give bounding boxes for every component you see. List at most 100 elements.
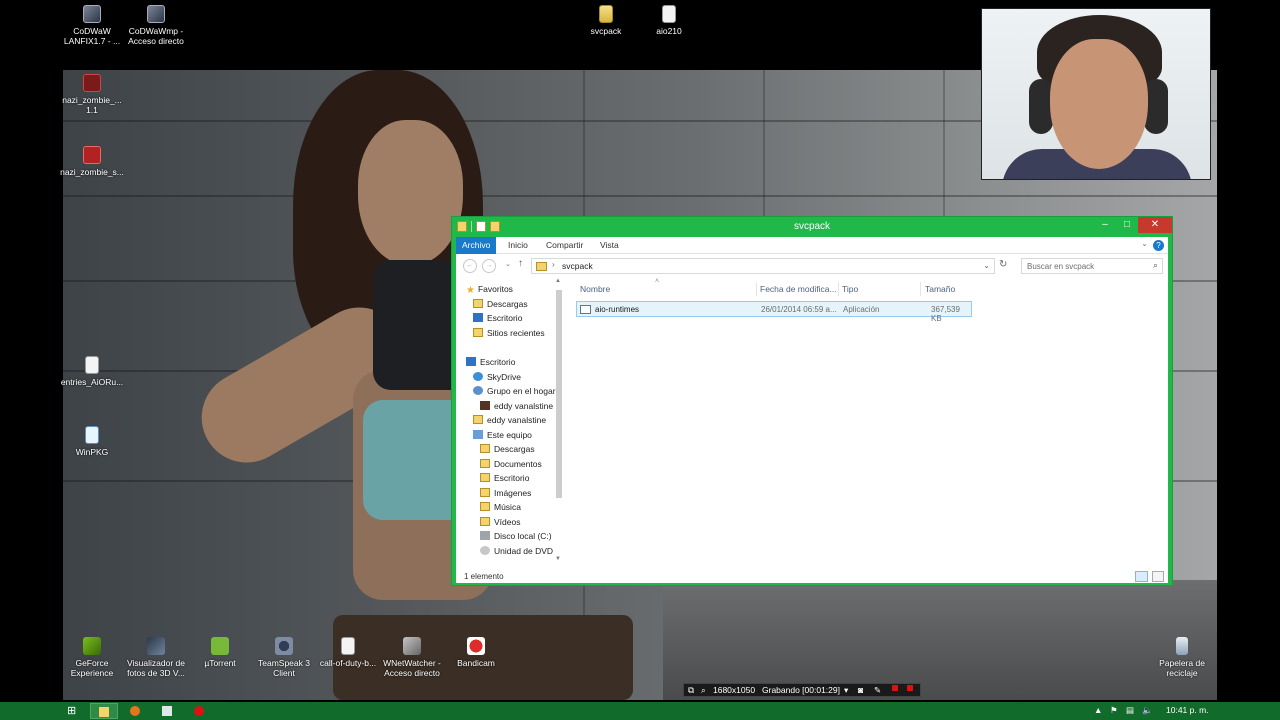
network-icon[interactable]: ▤ [1126, 705, 1134, 716]
file-row[interactable]: aio-runtimes 26/01/2014 06:59 a... Aplic… [576, 301, 972, 323]
volume-icon[interactable]: 🔈 [1142, 705, 1153, 716]
minimize-button[interactable]: – [1094, 217, 1116, 233]
nav-scrollbar[interactable]: ▲ ▼ [554, 278, 564, 570]
desktop-icon-bandicam[interactable]: Bandicam [444, 637, 508, 668]
file-list[interactable]: ˄ Nombre Fecha de modifica... Tipo Tamañ… [570, 278, 1168, 570]
nav-item[interactable]: Disco local (C:) [480, 531, 552, 541]
desktop-icon-wnetwatcher[interactable]: WNetWatcher - Acceso directo [380, 637, 444, 678]
tab-compartir[interactable]: Compartir [540, 237, 589, 254]
nav-item[interactable]: Escritorio [466, 357, 515, 367]
explorer-window[interactable]: svcpack – □ ✕ Archivo Inicio Compartir V… [451, 216, 1173, 586]
taskbar-file-explorer[interactable] [90, 703, 118, 719]
details-view-icon[interactable] [1135, 571, 1148, 582]
window-controls: – □ ✕ [1094, 217, 1172, 233]
column-header-type[interactable]: Tipo [842, 284, 858, 294]
recent-locations-icon[interactable]: ⌄ [505, 260, 511, 268]
nav-item-label: Escritorio [480, 357, 516, 367]
search-placeholder: Buscar en svcpack [1027, 262, 1095, 271]
camera-icon[interactable]: ◙ [858, 685, 863, 695]
nav-item[interactable]: SkyDrive [473, 371, 521, 382]
nav-item-label: eddy vanalstine [487, 415, 547, 425]
nav-item[interactable]: Descargas [480, 444, 535, 454]
chevron-down-icon[interactable]: ▾ [844, 685, 848, 696]
desktop-icon-geforce-experience[interactable]: GeForce Experience [60, 637, 124, 678]
nav-item[interactable]: eddy vanalstine [480, 400, 553, 411]
forward-button[interactable]: → [482, 259, 496, 273]
nav-item[interactable]: Escritorio [480, 473, 529, 483]
large-icons-view-icon[interactable] [1152, 571, 1164, 582]
desktop-icon-codwaw-lanfix[interactable]: CoDWaW LANFIX1.7 - ... [60, 5, 124, 46]
desktop-icon-label: Papelera de reciclaje [1159, 658, 1205, 678]
scroll-down-icon[interactable]: ▼ [555, 556, 561, 562]
action-center-flag-icon[interactable]: ⚑ [1110, 705, 1118, 716]
window-mode-icon[interactable]: ⧉ [688, 685, 694, 696]
navigation-pane[interactable]: ★ Favoritos Descargas Escritorio Sitios reci… [456, 278, 564, 570]
tab-inicio[interactable]: Inicio [502, 237, 534, 254]
nav-item[interactable]: Vídeos [480, 516, 520, 527]
up-button[interactable]: ↑ [518, 258, 523, 269]
nav-item[interactable]: Unidad de DVD [480, 545, 553, 556]
desktop-icon-entries-aioru[interactable]: entries_AiORu... [60, 356, 124, 387]
breadcrumb[interactable]: svcpack [562, 261, 593, 271]
taskbar-window-app[interactable] [154, 703, 182, 719]
sort-arrow-icon: ˄ [655, 278, 660, 285]
desktop-icon-utorrent[interactable]: µTorrent [188, 637, 252, 668]
taskbar-firefox[interactable] [122, 703, 150, 719]
tab-vista[interactable]: Vista [594, 237, 625, 254]
nav-item[interactable]: Descargas [473, 298, 528, 309]
nav-item[interactable]: Grupo en el hogar [473, 386, 556, 396]
scroll-thumb[interactable] [556, 290, 562, 498]
help-icon[interactable]: ? [1153, 240, 1164, 251]
zoom-icon[interactable]: ⌕ [701, 685, 706, 696]
refresh-icon[interactable]: ↻ [999, 259, 1007, 270]
expand-ribbon-icon[interactable]: ⌄ [1141, 239, 1148, 248]
desktop-screen: CoDWaW LANFIX1.7 - ... CoDWaWmp - Acceso… [0, 0, 1280, 720]
title-bar[interactable]: svcpack – □ ✕ [452, 217, 1172, 237]
desktop-icon-call-of-duty[interactable]: call-of-duty-b... [316, 637, 380, 668]
nav-item[interactable]: Documentos [480, 458, 542, 469]
search-input[interactable]: Buscar en svcpack ⌕ [1021, 258, 1163, 274]
nav-item[interactable]: Este equipo [473, 429, 532, 440]
desktop-icon-3d-viewer[interactable]: Visualizador de fotos de 3D V... [124, 637, 188, 678]
maximize-button[interactable]: □ [1116, 217, 1138, 233]
nav-item[interactable]: Música [480, 502, 521, 512]
bandicam-icon [467, 637, 485, 655]
desktop-icon-recycle-bin[interactable]: Papelera de reciclaje [1150, 637, 1214, 678]
taskbar-bandicam[interactable] [186, 703, 214, 719]
stop-icon[interactable] [907, 685, 913, 691]
desktop-icon-codwawmp[interactable]: CoDWaWmp - Acceso directo [124, 5, 188, 46]
column-header-date[interactable]: Fecha de modifica... [760, 284, 837, 294]
desktop-icon-winpkg[interactable]: WinPKG [60, 426, 124, 457]
back-button[interactable]: ← [463, 259, 477, 273]
nav-item[interactable]: eddy vanalstine [473, 415, 546, 425]
address-bar[interactable]: › svcpack ⌄ [531, 258, 995, 274]
clock[interactable]: 10:41 p. m. [1166, 705, 1209, 715]
downloads-folder-icon [473, 298, 483, 308]
desktop-icon-nazi-zombie-2[interactable]: nazi_zombie_s... [60, 146, 124, 177]
desktop-icon-svcpack[interactable]: svcpack [574, 5, 638, 36]
user-photo-icon [480, 400, 490, 410]
column-header-name[interactable]: Nombre [580, 284, 610, 294]
tab-archivo[interactable]: Archivo [456, 237, 497, 254]
show-hidden-icons-icon[interactable]: ▲ [1094, 705, 1102, 715]
close-button[interactable]: ✕ [1138, 217, 1172, 233]
chevron-down-icon[interactable]: ⌄ [983, 261, 990, 270]
nav-item[interactable]: ★ Favoritos [466, 284, 513, 296]
pause-icon[interactable] [892, 685, 898, 691]
nav-item[interactable]: Sitios recientes [473, 327, 545, 338]
desktop-icon-aio210[interactable]: aio210 [637, 5, 701, 36]
start-button[interactable]: ⊞ [62, 703, 88, 719]
desktop-icon-teamspeak[interactable]: TeamSpeak 3 Client [252, 637, 316, 678]
file-size: 367,539 KB [931, 305, 960, 323]
scroll-up-icon[interactable]: ▲ [555, 278, 561, 284]
search-icon[interactable]: ⌕ [1153, 260, 1158, 271]
breadcrumb-separator-icon[interactable]: › [552, 260, 555, 269]
nav-item-label: Música [494, 502, 521, 512]
column-header-size[interactable]: Tamaño [925, 284, 955, 294]
nav-item[interactable]: Escritorio [473, 313, 522, 323]
game-icon [147, 5, 165, 23]
ribbon-tabs: Archivo Inicio Compartir Vista ⌄ ? [456, 237, 1168, 254]
pencil-icon[interactable]: ✎ [874, 685, 881, 696]
desktop-icon-nazi-zombie-1[interactable]: nazi_zombie_... 1.1 [60, 74, 124, 115]
nav-item[interactable]: Imágenes [480, 487, 531, 498]
